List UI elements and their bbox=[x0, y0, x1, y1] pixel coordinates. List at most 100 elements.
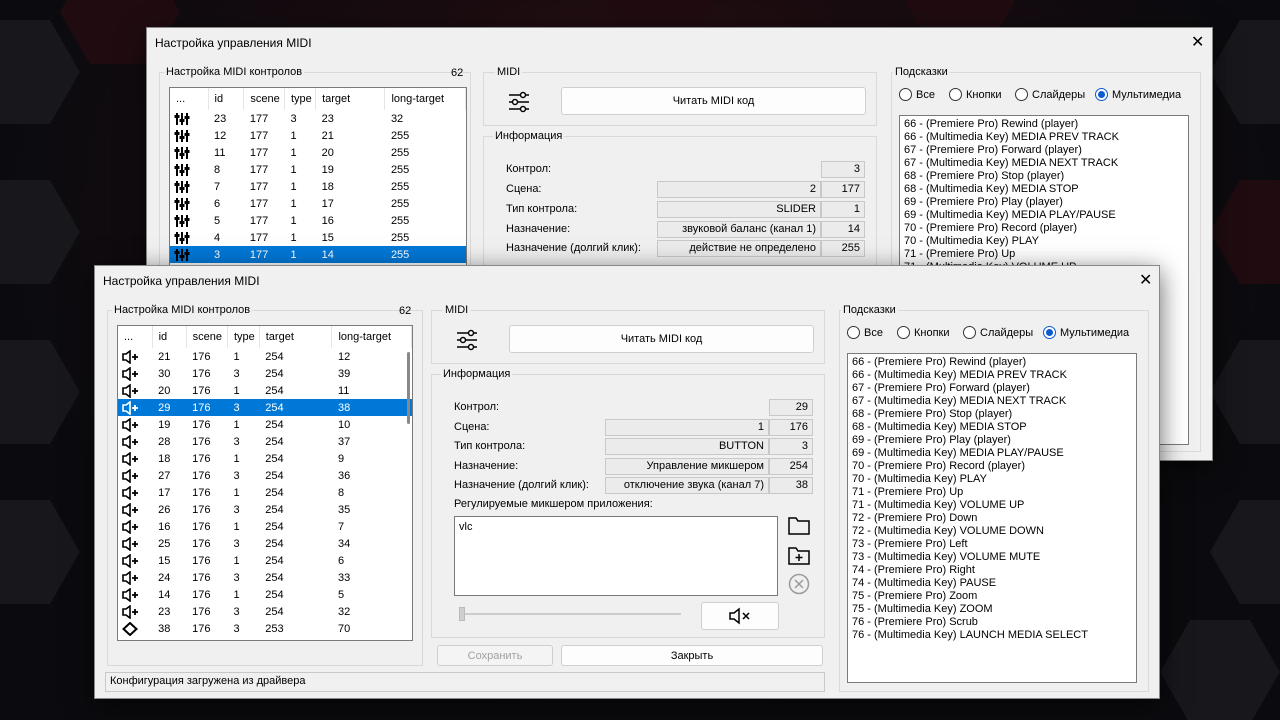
list-item[interactable]: 71 - (Multimedia Key) VOLUME UP bbox=[852, 499, 1132, 512]
list-item[interactable]: 67 - (Multimedia Key) MEDIA NEXT TRACK bbox=[852, 395, 1132, 408]
list-item[interactable]: 67 - (Multimedia Key) MEDIA NEXT TRACK bbox=[904, 157, 1184, 170]
table-row[interactable]: 28 176 3 254 37 bbox=[118, 433, 412, 450]
list-item[interactable]: 70 - (Premiere Pro) Record (player) bbox=[904, 222, 1184, 235]
table-row[interactable]: 3 177 1 14 255 bbox=[170, 246, 466, 263]
column-header-type[interactable]: type bbox=[284, 88, 317, 110]
controls-list[interactable]: ... id scene type target long-target 23 177 3 23 3… bbox=[169, 87, 467, 267]
mute-button[interactable] bbox=[701, 602, 779, 630]
table-row[interactable]: 7 177 1 18 255 bbox=[170, 178, 466, 195]
column-header-scene[interactable]: scene bbox=[186, 326, 228, 348]
column-header-icon[interactable]: ... bbox=[118, 326, 153, 348]
table-row[interactable]: 23 176 3 254 32 bbox=[118, 603, 412, 620]
list-item[interactable]: 71 - (Premiere Pro) Up bbox=[904, 248, 1184, 261]
list-item[interactable]: 68 - (Multimedia Key) MEDIA STOP bbox=[852, 421, 1132, 434]
table-row[interactable]: 19 176 1 254 10 bbox=[118, 416, 412, 433]
close-button[interactable]: Закрыть bbox=[561, 645, 823, 666]
folder-icon[interactable] bbox=[787, 514, 811, 536]
table-row[interactable]: 14 176 1 254 5 bbox=[118, 586, 412, 603]
table-row[interactable]: 25 176 3 254 34 bbox=[118, 535, 412, 552]
list-item[interactable]: 74 - (Multimedia Key) PAUSE bbox=[852, 577, 1132, 590]
column-header-type[interactable]: type bbox=[227, 326, 260, 348]
list-item[interactable]: 68 - (Premiere Pro) Stop (player) bbox=[852, 408, 1132, 421]
radio-buttons[interactable]: Кнопки bbox=[949, 88, 1002, 101]
list-item[interactable]: 70 - (Multimedia Key) PLAY bbox=[904, 235, 1184, 248]
hints-list[interactable]: 66 - (Premiere Pro) Rewind (player) 66 - … bbox=[847, 353, 1137, 683]
list-item[interactable]: 72 - (Premiere Pro) Down bbox=[852, 512, 1132, 525]
radio-buttons[interactable]: Кнопки bbox=[897, 326, 950, 339]
list-item[interactable]: 72 - (Multimedia Key) VOLUME DOWN bbox=[852, 525, 1132, 538]
list-item[interactable]: 73 - (Premiere Pro) Left bbox=[852, 538, 1132, 551]
table-row[interactable]: 16 176 1 254 7 bbox=[118, 518, 412, 535]
list-item[interactable]: 66 - (Premiere Pro) Rewind (player) bbox=[904, 118, 1184, 131]
list-item[interactable]: 67 - (Premiere Pro) Forward (player) bbox=[852, 382, 1132, 395]
column-header-id[interactable]: id bbox=[152, 326, 187, 348]
save-button[interactable]: Сохранить bbox=[437, 645, 553, 666]
list-item[interactable]: 68 - (Premiere Pro) Stop (player) bbox=[904, 170, 1184, 183]
column-header-long-target[interactable]: long-target bbox=[384, 88, 466, 110]
table-row[interactable]: 17 176 1 254 8 bbox=[118, 484, 412, 501]
column-header-scene[interactable]: scene bbox=[243, 88, 285, 110]
list-item[interactable]: 69 - (Premiere Pro) Play (player) bbox=[904, 196, 1184, 209]
table-row[interactable]: 15 176 1 254 6 bbox=[118, 552, 412, 569]
mixer-apps-textarea[interactable]: vlc bbox=[454, 516, 778, 596]
list-item[interactable]: 66 - (Multimedia Key) MEDIA PREV TRACK bbox=[904, 131, 1184, 144]
table-row[interactable]: 6 177 1 17 255 bbox=[170, 195, 466, 212]
table-row[interactable]: 24 176 3 254 33 bbox=[118, 569, 412, 586]
controls-list[interactable]: ... id scene type target long-target 21 176 1 254… bbox=[117, 325, 413, 641]
column-header-target[interactable]: target bbox=[315, 88, 386, 110]
add-folder-icon[interactable] bbox=[787, 544, 811, 566]
radio-sliders[interactable]: Слайдеры bbox=[1015, 88, 1085, 101]
front-window: Настройка управления MIDI ✕ Настройка MI… bbox=[94, 265, 1160, 699]
radio-multimedia[interactable]: Мультимедиа bbox=[1043, 326, 1129, 339]
table-row[interactable]: 27 176 3 254 36 bbox=[118, 467, 412, 484]
column-header-long-target[interactable]: long-target bbox=[331, 326, 412, 348]
radio-all[interactable]: Все bbox=[899, 88, 935, 101]
table-row[interactable]: 5 177 1 16 255 bbox=[170, 212, 466, 229]
sliders-settings-icon[interactable] bbox=[455, 329, 479, 351]
list-item[interactable]: 75 - (Multimedia Key) ZOOM bbox=[852, 603, 1132, 616]
list-scrollbar[interactable] bbox=[407, 352, 410, 424]
list-item[interactable]: 76 - (Multimedia Key) LAUNCH MEDIA SELEC… bbox=[852, 629, 1132, 642]
list-item[interactable]: 69 - (Multimedia Key) MEDIA PLAY/PAUSE bbox=[904, 209, 1184, 222]
list-item[interactable]: 74 - (Premiere Pro) Right bbox=[852, 564, 1132, 577]
list-item[interactable]: 75 - (Premiere Pro) Zoom bbox=[852, 590, 1132, 603]
table-row[interactable]: 8 177 1 19 255 bbox=[170, 161, 466, 178]
table-row[interactable]: 12 177 1 21 255 bbox=[170, 127, 466, 144]
table-row[interactable]: 21 176 1 254 12 bbox=[118, 348, 412, 365]
list-item[interactable]: 73 - (Multimedia Key) VOLUME MUTE bbox=[852, 551, 1132, 564]
table-row[interactable]: 20 176 1 254 11 bbox=[118, 382, 412, 399]
list-item[interactable]: 71 - (Premiere Pro) Up bbox=[852, 486, 1132, 499]
radio-multimedia[interactable]: Мультимедиа bbox=[1095, 88, 1181, 101]
list-item[interactable]: 70 - (Multimedia Key) PLAY bbox=[852, 473, 1132, 486]
table-row[interactable]: 23 177 3 23 32 bbox=[170, 110, 466, 127]
table-row[interactable]: 30 176 3 254 39 bbox=[118, 365, 412, 382]
list-item[interactable]: 66 - (Multimedia Key) MEDIA PREV TRACK bbox=[852, 369, 1132, 382]
table-row[interactable]: 18 176 1 254 9 bbox=[118, 450, 412, 467]
column-header-id[interactable]: id bbox=[208, 88, 245, 110]
column-header-target[interactable]: target bbox=[259, 326, 333, 348]
radio-all[interactable]: Все bbox=[847, 326, 883, 339]
remove-circle-icon[interactable] bbox=[788, 573, 810, 595]
table-row[interactable]: 29 176 3 254 38 bbox=[118, 399, 412, 416]
list-item[interactable]: 76 - (Premiere Pro) Scrub bbox=[852, 616, 1132, 629]
close-icon[interactable]: ✕ bbox=[1139, 273, 1152, 289]
list-item[interactable]: 66 - (Premiere Pro) Rewind (player) bbox=[852, 356, 1132, 369]
list-header[interactable]: ... id scene type target long-target bbox=[118, 326, 412, 348]
read-midi-button[interactable]: Читать MIDI код bbox=[561, 87, 866, 115]
read-midi-button[interactable]: Читать MIDI код bbox=[509, 325, 814, 353]
table-row[interactable]: 38 176 3 253 70 bbox=[118, 620, 412, 637]
column-header-icon[interactable]: ... bbox=[170, 88, 209, 110]
list-item[interactable]: 68 - (Multimedia Key) MEDIA STOP bbox=[904, 183, 1184, 196]
volume-slider[interactable] bbox=[459, 607, 681, 621]
table-row[interactable]: 4 177 1 15 255 bbox=[170, 229, 466, 246]
list-item[interactable]: 70 - (Premiere Pro) Record (player) bbox=[852, 460, 1132, 473]
list-item[interactable]: 69 - (Premiere Pro) Play (player) bbox=[852, 434, 1132, 447]
sliders-settings-icon[interactable] bbox=[507, 91, 531, 113]
list-item[interactable]: 69 - (Multimedia Key) MEDIA PLAY/PAUSE bbox=[852, 447, 1132, 460]
table-row[interactable]: 11 177 1 20 255 bbox=[170, 144, 466, 161]
list-item[interactable]: 67 - (Premiere Pro) Forward (player) bbox=[904, 144, 1184, 157]
list-header[interactable]: ... id scene type target long-target bbox=[170, 88, 466, 110]
close-icon[interactable]: ✕ bbox=[1191, 35, 1204, 51]
radio-sliders[interactable]: Слайдеры bbox=[963, 326, 1033, 339]
table-row[interactable]: 26 176 3 254 35 bbox=[118, 501, 412, 518]
